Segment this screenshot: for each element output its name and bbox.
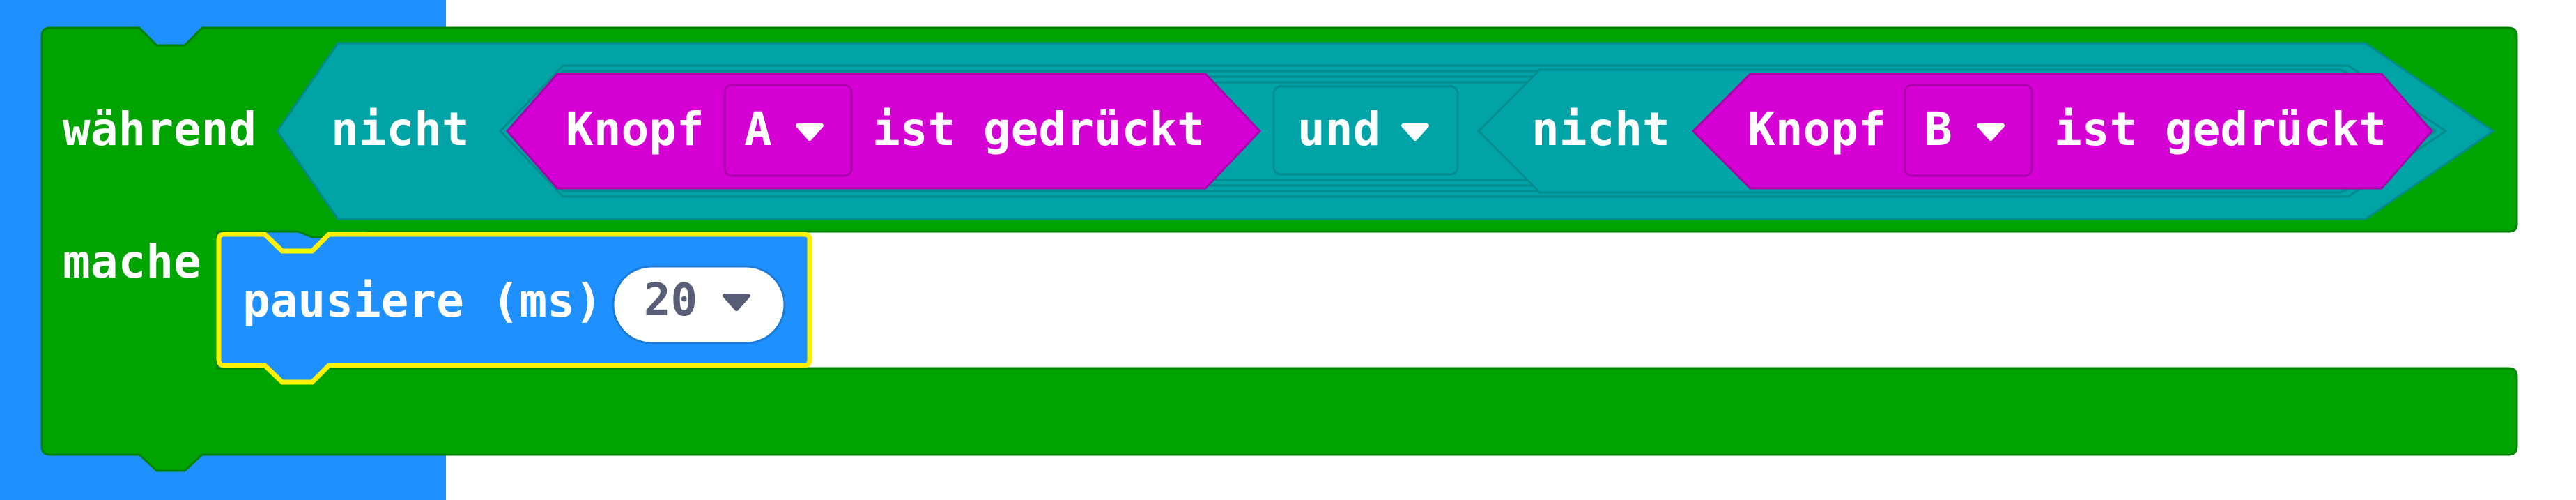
button-b-suffix: ist gedrückt (2054, 103, 2386, 156)
not-label-inner: nicht (1532, 103, 1670, 156)
pause-duration-dropdown[interactable]: 20 (612, 265, 786, 344)
pause-duration-value: 20 (644, 275, 697, 326)
button-b-dropdown[interactable]: B (1904, 84, 2033, 177)
button-a-dropdown[interactable]: A (723, 84, 853, 177)
button-b-label: Knopf (1748, 103, 1886, 156)
and-dropdown-value: und (1297, 103, 1380, 156)
button-a-pressed-block[interactable]: Knopf A ist gedrückt (506, 73, 1262, 190)
button-a-value: A (744, 103, 772, 156)
and-dropdown[interactable]: und (1272, 85, 1459, 176)
button-a-suffix: ist gedrückt (872, 103, 1205, 156)
button-b-pressed-block[interactable]: Knopf B ist gedrückt (1691, 73, 2433, 190)
do-label: mache (63, 235, 201, 289)
pause-duration-field[interactable] (612, 265, 786, 344)
button-b-value: B (1925, 103, 1952, 156)
while-label: während (63, 103, 256, 156)
button-a-label: Knopf (566, 103, 704, 156)
pause-label: pausiere (ms) (242, 274, 603, 328)
not-label-outer: nicht (331, 103, 470, 156)
pause-block[interactable]: pausiere (ms) 20 (216, 232, 812, 385)
